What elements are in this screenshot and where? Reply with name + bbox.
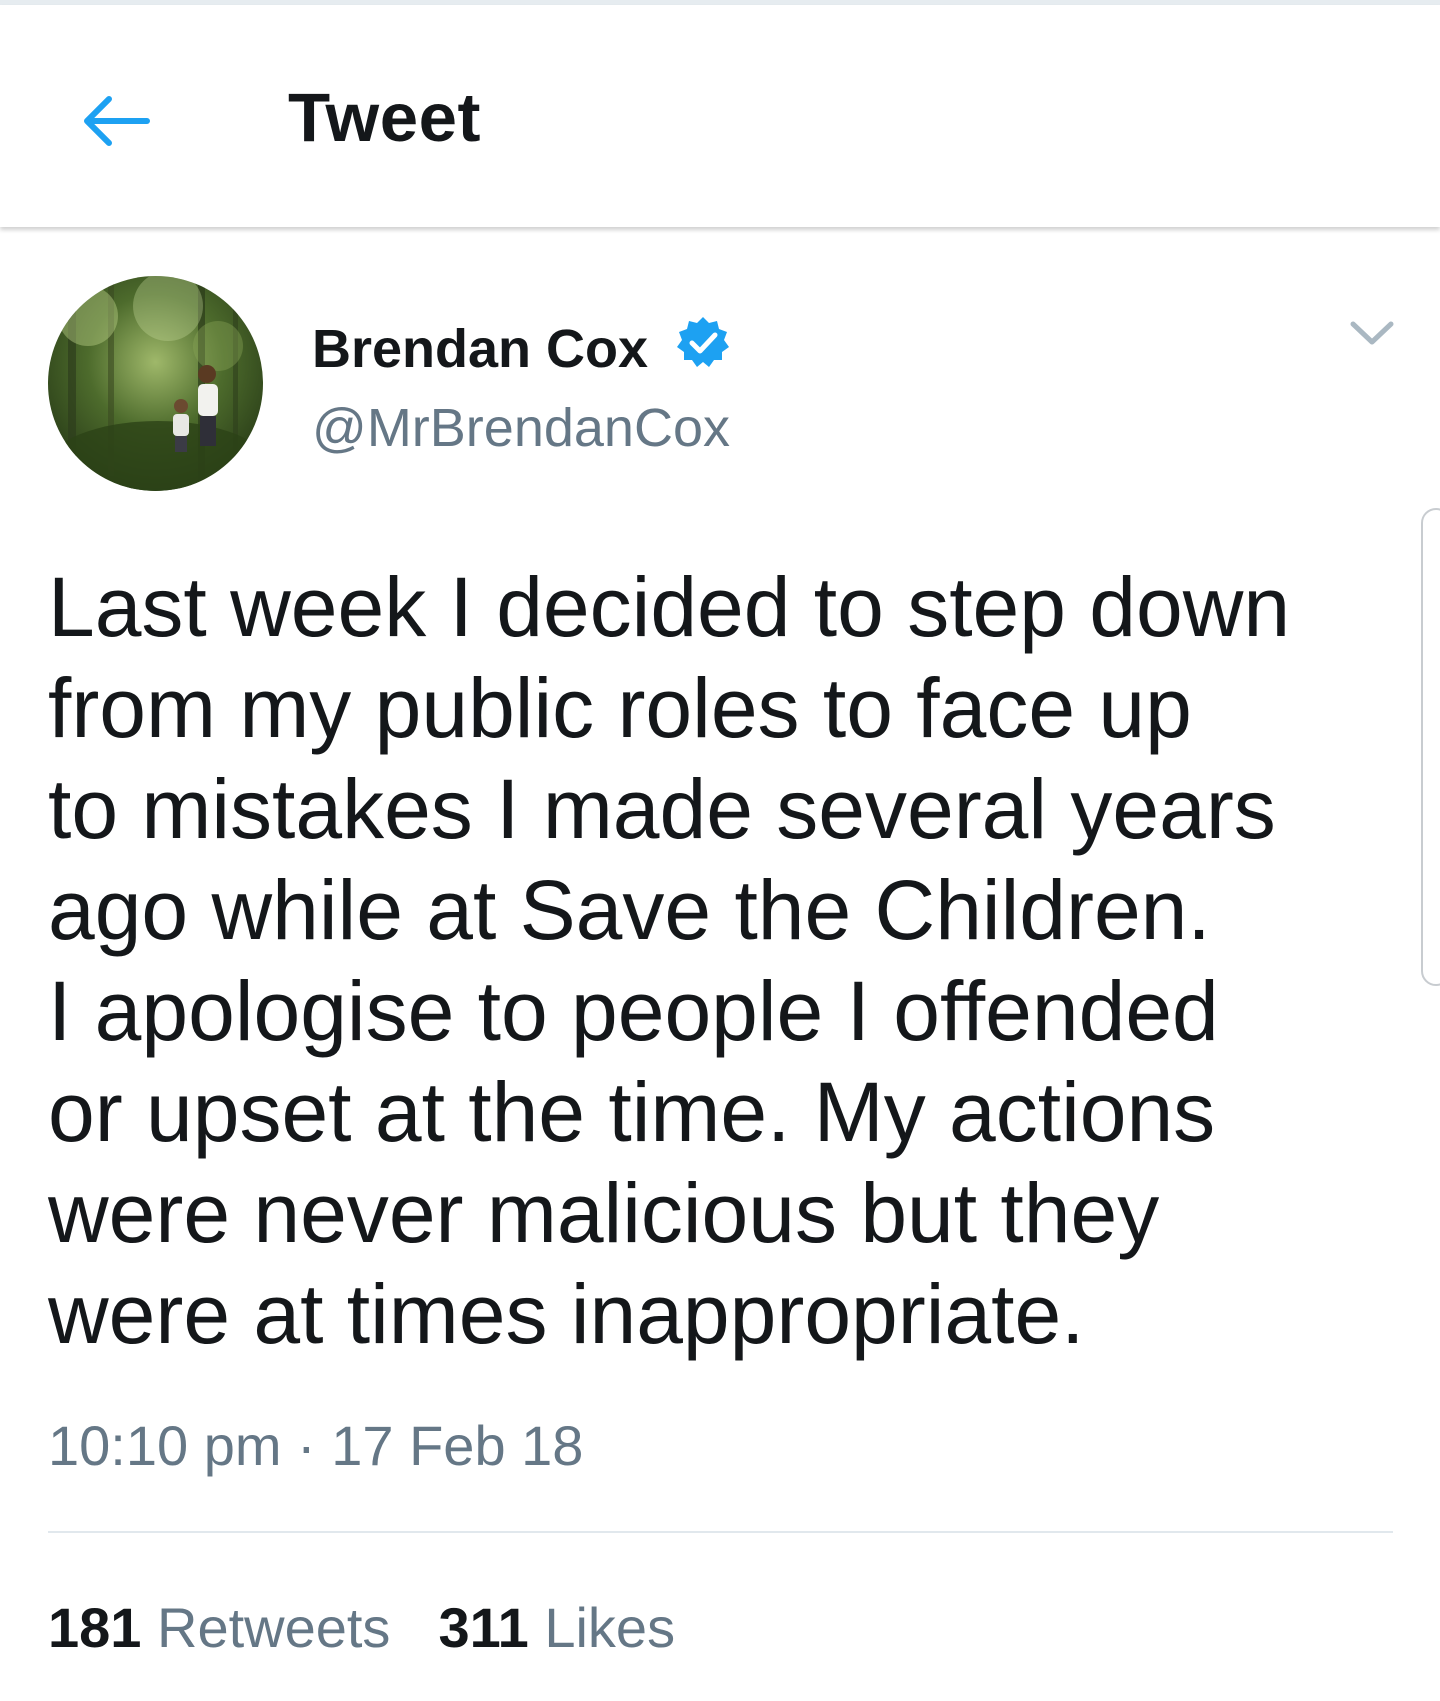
retweets-count: 181 xyxy=(48,1596,142,1659)
tweet-text-line: were never malicious but they xyxy=(48,1166,1160,1260)
tweet-detail-screen: Tweet Brendan Cox @MrBrendanCox Last wee… xyxy=(0,0,1440,1701)
tweet-text-line: I apologise to people I offended xyxy=(48,964,1219,1058)
chevron-down-icon xyxy=(1350,321,1394,345)
tweet-text-line: ago while at Save the Children. xyxy=(48,863,1211,957)
retweets-label: Retweets xyxy=(157,1596,391,1659)
back-arrow-icon xyxy=(84,96,150,146)
tweet-text-line: were at times inappropriate. xyxy=(48,1267,1085,1361)
tweet-text-line: Last week I decided to step down xyxy=(48,560,1291,654)
tweet-text-line: to mistakes I made several years xyxy=(48,762,1276,856)
tweet-text-line: or upset at the time. My actions xyxy=(48,1065,1216,1159)
avatar-photo xyxy=(48,276,263,491)
back-button[interactable] xyxy=(70,83,160,159)
app-header: Tweet xyxy=(0,5,1440,227)
tweet-timestamp[interactable]: 10:10 pm · 17 Feb 18 xyxy=(48,1413,583,1478)
likes-count: 311 xyxy=(438,1596,529,1659)
avatar[interactable] xyxy=(48,276,263,491)
tweet-stats: 181 Retweets 311 Likes xyxy=(48,1595,675,1660)
author-handle[interactable]: @MrBrendanCox xyxy=(312,397,730,459)
more-options-button[interactable] xyxy=(1346,313,1398,353)
tweet-text-line: from my public roles to face up xyxy=(48,661,1192,755)
page-title: Tweet xyxy=(288,79,481,156)
author-name[interactable]: Brendan Cox xyxy=(312,318,648,380)
divider xyxy=(48,1531,1393,1533)
likes-label: Likes xyxy=(544,1596,676,1659)
likes-stat[interactable]: 311 Likes xyxy=(438,1595,675,1660)
tweet-text: Last week I decided to step down from my… xyxy=(48,557,1388,1365)
retweets-stat[interactable]: 181 Retweets xyxy=(48,1595,390,1660)
verified-badge-icon xyxy=(677,317,729,367)
scrollbar[interactable] xyxy=(1421,508,1440,986)
